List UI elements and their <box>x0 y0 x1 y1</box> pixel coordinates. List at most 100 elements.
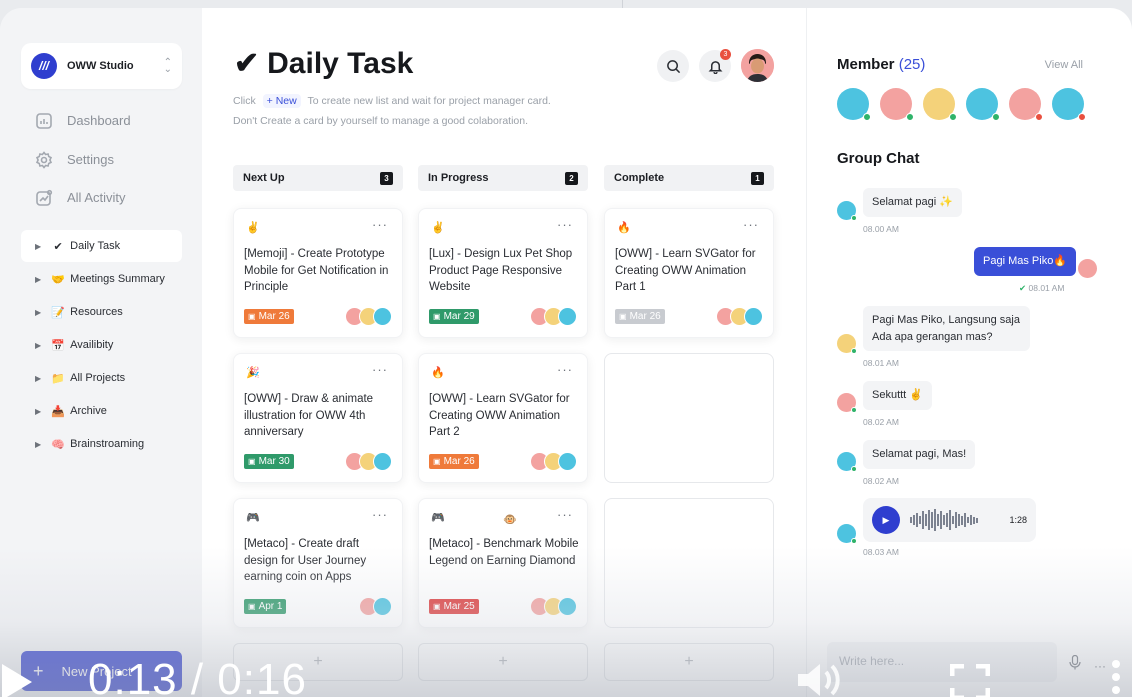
calendar-icon: ▣ <box>433 457 441 466</box>
sidebar: /// OWW Studio ⌃ ⌄ Dashboard Settings All… <box>0 8 202 697</box>
workspace-switcher[interactable]: /// OWW Studio ⌃ ⌄ <box>21 43 182 89</box>
avatar <box>837 334 857 354</box>
assignee-avatars <box>530 307 577 326</box>
member-count: (25) <box>898 56 926 73</box>
member-avatar[interactable] <box>1052 88 1086 121</box>
tree-item-resources[interactable]: ▶ 📝 Resources <box>21 296 182 328</box>
column-count: 3 <box>380 171 393 185</box>
nav-label: Dashboard <box>67 113 131 128</box>
avatar <box>837 201 857 221</box>
column-header-complete: Complete 1 <box>604 165 774 191</box>
member-avatar[interactable] <box>837 88 871 121</box>
member-label: Member <box>837 56 895 73</box>
dashboard-icon <box>34 111 53 130</box>
chat-input[interactable]: Write here... <box>827 642 1057 682</box>
more-icon[interactable]: ··· <box>372 217 388 232</box>
message-time: 08.01 AM <box>863 358 899 368</box>
message-time: 08.02 AM <box>863 476 899 486</box>
tree-item-availibity[interactable]: ▶ 📅 Availibity <box>21 329 182 361</box>
card-title: [Memoji] - Create Prototype Mobile for G… <box>244 248 389 293</box>
more-icon[interactable]: ··· <box>743 217 759 232</box>
card-title: [OWW] - Draw & animate illustration for … <box>244 393 374 438</box>
due-date-badge: ▣ Mar 26 <box>615 309 665 324</box>
due-date: Apr 1 <box>258 601 283 612</box>
message-time: 08.02 AM <box>863 417 899 427</box>
add-card-button[interactable]: + <box>604 643 774 681</box>
tree-item-archive[interactable]: ▶ 📥 Archive <box>21 395 182 427</box>
more-icon[interactable]: ··· <box>557 217 573 232</box>
task-card[interactable]: 🔥 ··· [OWW] - Learn SVGator for Creating… <box>418 353 588 483</box>
view-all-link[interactable]: View All <box>1045 59 1083 71</box>
nav-all-activity[interactable]: All Activity <box>34 188 126 207</box>
hint-line-2: Don't Create a card by yourself to manag… <box>233 115 529 127</box>
task-card[interactable]: 🎮 ··· [Metaco] - Create draft design for… <box>233 498 403 628</box>
card-emoji: 🔥 <box>617 222 631 234</box>
task-card[interactable]: 🎮 🐵 ··· [Metaco] - Benchmark Mobile Lege… <box>418 498 588 628</box>
due-date: Mar 26 <box>629 311 661 322</box>
nav-dashboard[interactable]: Dashboard <box>34 111 131 130</box>
avatar <box>373 597 392 616</box>
column-count: 1 <box>751 171 764 185</box>
more-icon[interactable]: ··· <box>372 362 388 377</box>
tree-item-all-projects[interactable]: ▶ 📁 All Projects <box>21 362 182 394</box>
search-icon <box>666 59 680 73</box>
sort-icon: ⌃ ⌄ <box>163 57 172 75</box>
member-avatar[interactable] <box>1009 88 1043 121</box>
due-date-badge: ▣ Mar 25 <box>429 599 479 614</box>
more-icon[interactable]: ··· <box>557 362 573 377</box>
task-card[interactable]: 🔥 ··· [OWW] - Learn SVGator for Creating… <box>604 208 774 338</box>
microphone-icon[interactable] <box>1069 655 1081 670</box>
task-card[interactable]: 🎉 ··· [OWW] - Draw & animate illustratio… <box>233 353 403 483</box>
nav-settings[interactable]: Settings <box>34 150 114 169</box>
search-button[interactable] <box>657 50 689 82</box>
due-date-badge: ▣ Mar 26 <box>244 309 294 324</box>
due-date-badge: ▣ Mar 29 <box>429 309 479 324</box>
hint-rest: To create new list and wait for project … <box>307 95 551 107</box>
tree-label: Meetings Summary <box>70 273 165 285</box>
play-voice-button[interactable]: ▶ <box>872 506 900 534</box>
empty-card-slot <box>604 353 774 483</box>
workspace-logo: /// <box>31 53 57 79</box>
due-date: Mar 25 <box>443 601 475 612</box>
member-avatar[interactable] <box>880 88 914 121</box>
column-count: 2 <box>565 171 578 185</box>
empty-card-slot <box>604 498 774 628</box>
tree-label: All Projects <box>70 372 126 384</box>
column-name: Complete <box>614 172 665 184</box>
nav-label: All Activity <box>67 190 126 205</box>
more-options-icon[interactable]: ··· <box>1094 659 1106 673</box>
calendar-icon: ▣ <box>248 602 256 611</box>
member-avatar[interactable] <box>966 88 1000 121</box>
page-title-text: Daily Task <box>267 46 414 80</box>
chat-message: Sekuttt ✌ <box>863 381 932 410</box>
calendar-emoji: 📅 <box>51 339 65 352</box>
video-play-icon[interactable] <box>2 664 32 697</box>
fullscreen-icon[interactable] <box>950 664 990 697</box>
user-avatar[interactable] <box>741 49 774 82</box>
avatar <box>558 307 577 326</box>
add-card-button[interactable]: + <box>418 643 588 681</box>
assignee-avatars <box>345 452 392 471</box>
tree-item-daily-task[interactable]: ▶ ✔ Daily Task <box>21 230 182 262</box>
voice-message: ▶ 1:28 <box>863 498 1036 542</box>
caret-right-icon: ▶ <box>35 373 42 383</box>
tree-item-brainstroaming[interactable]: ▶ 🧠 Brainstroaming <box>21 428 182 460</box>
new-list-button[interactable]: + New <box>262 94 301 108</box>
video-more-icon[interactable] <box>1112 660 1120 697</box>
card-title: [Lux] - Design Lux Pet Shop Product Page… <box>429 248 573 293</box>
tree-label: Resources <box>70 306 123 318</box>
notifications-button[interactable]: 3 <box>699 49 731 82</box>
more-icon[interactable]: ··· <box>372 507 388 522</box>
task-card[interactable]: ✌ ··· [Lux] - Design Lux Pet Shop Produc… <box>418 208 588 338</box>
handshake-emoji: 🤝 <box>51 273 65 286</box>
more-icon[interactable]: ··· <box>557 507 573 522</box>
caret-right-icon: ▶ <box>35 274 42 284</box>
tree-item-meetings-summary[interactable]: ▶ 🤝 Meetings Summary <box>21 263 182 295</box>
avatar <box>1078 259 1097 278</box>
video-timecode: 0:13 / 0:16 <box>88 655 307 697</box>
volume-icon[interactable] <box>796 660 844 697</box>
task-card[interactable]: ✌ ··· [Memoji] - Create Prototype Mobile… <box>233 208 403 338</box>
due-date: Mar 26 <box>258 311 290 322</box>
member-avatar[interactable] <box>923 88 957 121</box>
avatar <box>373 452 392 471</box>
